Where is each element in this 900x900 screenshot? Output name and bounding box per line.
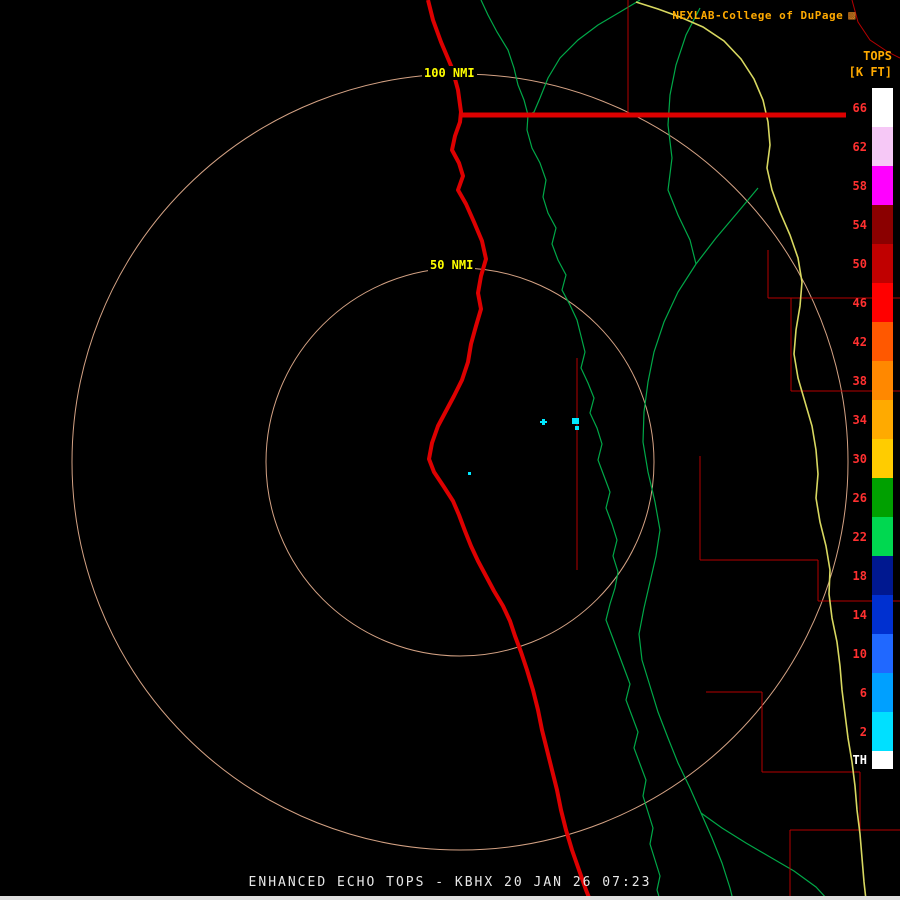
legend-color-swatch bbox=[872, 244, 893, 283]
legend-color-swatch bbox=[872, 556, 893, 595]
legend-value-label: 38 bbox=[853, 374, 867, 388]
legend-value-label: 18 bbox=[853, 569, 867, 583]
legend-entry: 66 bbox=[853, 88, 893, 127]
legend-entry: 50 bbox=[853, 244, 893, 283]
legend-entry: 42 bbox=[853, 322, 893, 361]
range-ring-50nmi bbox=[266, 268, 654, 656]
legend-color-swatch bbox=[872, 478, 893, 517]
legend-value-label: TH bbox=[853, 753, 867, 767]
legend-color-swatch bbox=[872, 205, 893, 244]
legend-entry: 22 bbox=[853, 517, 893, 556]
legend-value-label: 54 bbox=[853, 218, 867, 232]
legend-entry: 38 bbox=[853, 361, 893, 400]
legend-entry: 26 bbox=[853, 478, 893, 517]
legend-entry: 62 bbox=[853, 127, 893, 166]
legend-value-label: 66 bbox=[853, 101, 867, 115]
legend-value-label: 50 bbox=[853, 257, 867, 271]
county-green-diagonal-line bbox=[639, 188, 758, 900]
legend-color-swatch bbox=[872, 400, 893, 439]
county-boundary-lines bbox=[577, 0, 900, 900]
legend-value-label: 62 bbox=[853, 140, 867, 154]
legend-entry: TH bbox=[853, 751, 893, 769]
legend-value-label: 2 bbox=[860, 725, 867, 739]
radar-echo-cell bbox=[572, 418, 579, 424]
legend-value-label: 34 bbox=[853, 413, 867, 427]
radar-echo-cell bbox=[542, 419, 545, 425]
legend-entry: 14 bbox=[853, 595, 893, 634]
legend-color-swatch bbox=[872, 751, 893, 769]
radar-display: NEXLAB-College of DuPage ▩ TOPS [K FT] 6… bbox=[0, 0, 900, 900]
green-top-right-line bbox=[668, 8, 700, 264]
legend-entry: 34 bbox=[853, 400, 893, 439]
brand-logo-icon: ▩ bbox=[848, 8, 856, 22]
bottom-edge-strip bbox=[0, 896, 900, 900]
legend-value-label: 26 bbox=[853, 491, 867, 505]
legend-value-label: 14 bbox=[853, 608, 867, 622]
legend-entry: 46 bbox=[853, 283, 893, 322]
legend-value-label: 42 bbox=[853, 335, 867, 349]
interstate-highway-line bbox=[636, 2, 866, 900]
legend-scale: 66625854504642383430262218141062TH bbox=[853, 88, 893, 769]
legend-entry: 30 bbox=[853, 439, 893, 478]
legend-color-swatch bbox=[872, 439, 893, 478]
river-main-line bbox=[481, 0, 660, 900]
legend-color-swatch bbox=[872, 127, 893, 166]
legend-color-swatch bbox=[872, 322, 893, 361]
legend-entry: 2 bbox=[853, 712, 893, 751]
legend-color-swatch bbox=[872, 712, 893, 751]
legend-color-swatch bbox=[872, 283, 893, 322]
brand: NEXLAB-College of DuPage ▩ bbox=[672, 8, 856, 22]
legend-entry: 58 bbox=[853, 166, 893, 205]
legend-entry: 10 bbox=[853, 634, 893, 673]
radar-echoes bbox=[468, 418, 579, 475]
legend-value-label: 6 bbox=[860, 686, 867, 700]
legend-entry: 6 bbox=[853, 673, 893, 712]
legend-header: TOPS [K FT] bbox=[849, 48, 892, 80]
legend-value-label: 46 bbox=[853, 296, 867, 310]
legend-value-label: 30 bbox=[853, 452, 867, 466]
radar-echo-cell bbox=[468, 472, 471, 475]
us101-highway-line bbox=[428, 0, 590, 900]
legend-color-swatch bbox=[872, 517, 893, 556]
legend-color-swatch bbox=[872, 595, 893, 634]
legend-color-swatch bbox=[872, 673, 893, 712]
legend-color-swatch bbox=[872, 88, 893, 127]
legend-units: [K FT] bbox=[849, 64, 892, 80]
range-ring-label-50nmi: 50 NMI bbox=[428, 258, 475, 272]
legend-color-swatch bbox=[872, 361, 893, 400]
legend-entry: 18 bbox=[853, 556, 893, 595]
legend-value-label: 10 bbox=[853, 647, 867, 661]
product-title: ENHANCED ECHO TOPS - KBHX 20 JAN 26 07:2… bbox=[0, 875, 900, 890]
legend-value-label: 58 bbox=[853, 179, 867, 193]
legend-color-swatch bbox=[872, 634, 893, 673]
legend-title: TOPS bbox=[849, 48, 892, 64]
brand-text: NEXLAB-College of DuPage bbox=[672, 9, 843, 22]
radar-map-canvas bbox=[0, 0, 900, 900]
legend-color-swatch bbox=[872, 166, 893, 205]
radar-echo-cell bbox=[575, 426, 579, 430]
river-branch-line bbox=[528, 0, 640, 115]
legend-entry: 54 bbox=[853, 205, 893, 244]
range-ring-label-100nmi: 100 NMI bbox=[422, 66, 477, 80]
legend-value-label: 22 bbox=[853, 530, 867, 544]
